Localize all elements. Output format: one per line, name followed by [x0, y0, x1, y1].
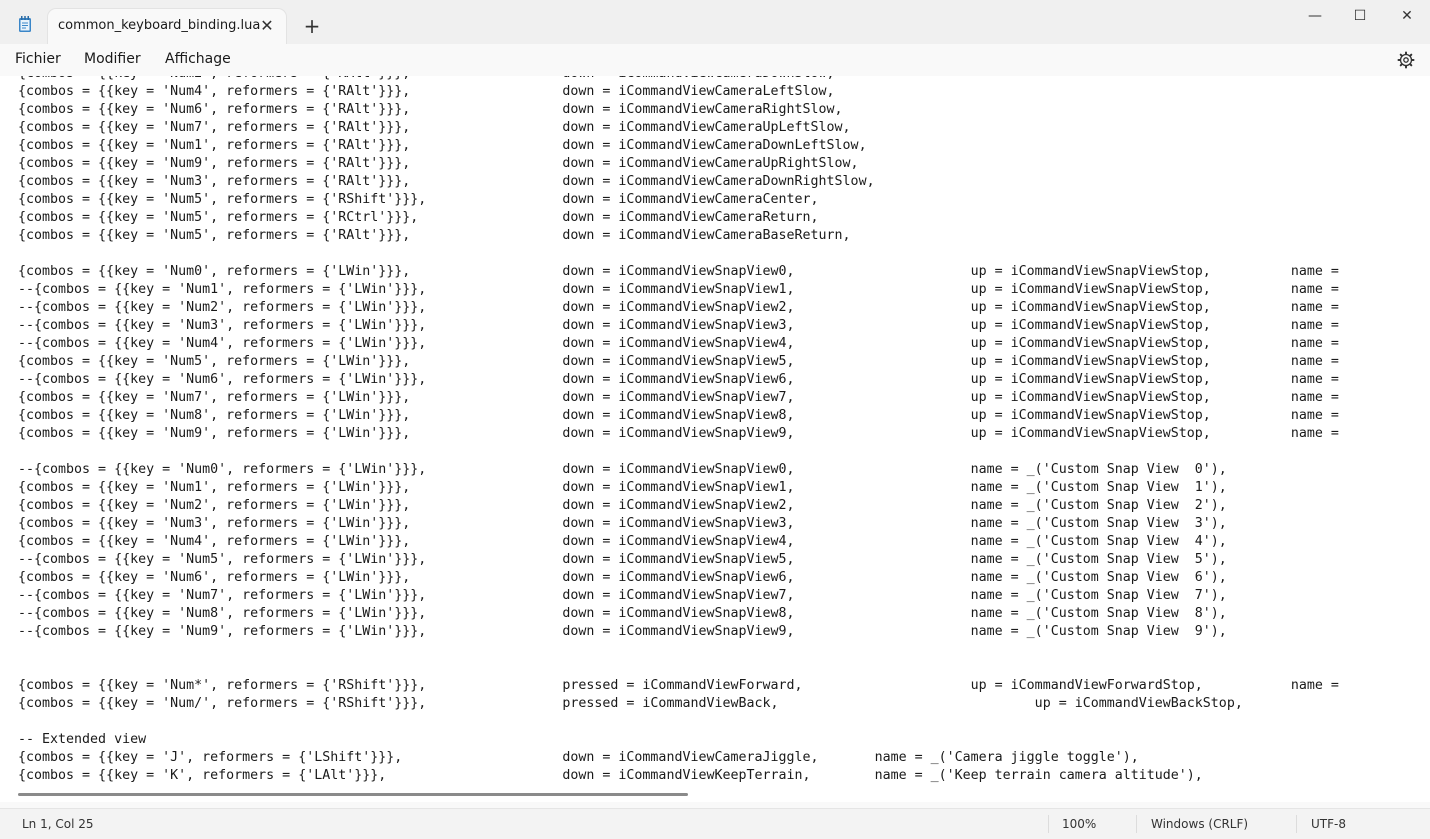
code-line[interactable]: {combos = {{key = 'Num8', reformers = {'…	[18, 407, 1339, 425]
gear-icon[interactable]	[1396, 50, 1416, 70]
tab-close-icon[interactable]: ✕	[258, 17, 276, 35]
code-line[interactable]	[18, 641, 1339, 659]
menu-modifier[interactable]: Modifier	[84, 51, 141, 67]
status-divider	[1048, 815, 1049, 833]
new-tab-button[interactable]: +	[302, 16, 322, 36]
code-line[interactable]: {combos = {{key = 'Num5', reformers = {'…	[18, 353, 1339, 371]
menu-bar: Fichier Modifier Affichage	[0, 44, 1430, 77]
code-content[interactable]: {combos = {{key = 'Num2', reformers = {'…	[18, 76, 1339, 785]
status-divider	[1136, 815, 1137, 833]
code-line[interactable]: {combos = {{key = 'Num/', reformers = {'…	[18, 695, 1339, 713]
code-line[interactable]: --{combos = {{key = 'Num4', reformers = …	[18, 335, 1339, 353]
code-line[interactable]: {combos = {{key = 'Num7', reformers = {'…	[18, 389, 1339, 407]
code-line[interactable]: {combos = {{key = 'J', reformers = {'LSh…	[18, 749, 1339, 767]
menu-affichage[interactable]: Affichage	[165, 51, 231, 67]
code-line[interactable]: --{combos = {{key = 'Num3', reformers = …	[18, 317, 1339, 335]
code-line[interactable]: {combos = {{key = 'Num3', reformers = {'…	[18, 173, 1339, 191]
code-line[interactable]: {combos = {{key = 'Num5', reformers = {'…	[18, 209, 1339, 227]
code-line[interactable]: {combos = {{key = 'Num9', reformers = {'…	[18, 155, 1339, 173]
horizontal-scrollbar[interactable]	[0, 788, 1430, 802]
menu-fichier[interactable]: Fichier	[15, 51, 61, 67]
notepad-icon	[16, 15, 34, 33]
maximize-button[interactable]: ☐	[1337, 4, 1383, 28]
code-line[interactable]: --{combos = {{key = 'Num2', reformers = …	[18, 299, 1339, 317]
encoding[interactable]: UTF-8	[1311, 817, 1346, 831]
code-line[interactable]: {combos = {{key = 'Num7', reformers = {'…	[18, 119, 1339, 137]
status-divider	[1296, 815, 1297, 833]
code-line[interactable]: {combos = {{key = 'Num4', reformers = {'…	[18, 83, 1339, 101]
code-line[interactable]	[18, 245, 1339, 263]
code-line[interactable]: {combos = {{key = 'Num4', reformers = {'…	[18, 533, 1339, 551]
code-line[interactable]: {combos = {{key = 'Num1', reformers = {'…	[18, 479, 1339, 497]
line-ending[interactable]: Windows (CRLF)	[1151, 817, 1248, 831]
code-line[interactable]	[18, 443, 1339, 461]
code-line[interactable]: {combos = {{key = 'Num6', reformers = {'…	[18, 569, 1339, 587]
code-line[interactable]: {combos = {{key = 'Num5', reformers = {'…	[18, 191, 1339, 209]
code-line[interactable]: --{combos = {{key = 'Num9', reformers = …	[18, 623, 1339, 641]
code-line[interactable]: --{combos = {{key = 'Num8', reformers = …	[18, 605, 1339, 623]
code-line[interactable]: {combos = {{key = 'Num1', reformers = {'…	[18, 137, 1339, 155]
tab-active-file[interactable]: common_keyboard_binding.lua ✕	[48, 9, 286, 44]
code-line[interactable]: --{combos = {{key = 'Num1', reformers = …	[18, 281, 1339, 299]
code-line[interactable]: {combos = {{key = 'Num9', reformers = {'…	[18, 425, 1339, 443]
code-line[interactable]: {combos = {{key = 'Num6', reformers = {'…	[18, 101, 1339, 119]
tab-title: common_keyboard_binding.lua	[58, 18, 261, 33]
code-line[interactable]: -- Extended view	[18, 731, 1339, 749]
minimize-button[interactable]: —	[1292, 4, 1338, 28]
horizontal-scrollbar-thumb[interactable]	[18, 793, 688, 796]
code-line[interactable]: {combos = {{key = 'Num2', reformers = {'…	[18, 76, 1339, 83]
code-line[interactable]: --{combos = {{key = 'Num6', reformers = …	[18, 371, 1339, 389]
vertical-scrollbar[interactable]	[1424, 76, 1430, 788]
code-line[interactable]: {combos = {{key = 'Num*', reformers = {'…	[18, 677, 1339, 695]
status-bar: Ln 1, Col 25 100% Windows (CRLF) UTF-8	[0, 808, 1430, 839]
code-line[interactable]: {combos = {{key = 'Num2', reformers = {'…	[18, 497, 1339, 515]
title-bar: common_keyboard_binding.lua ✕ + — ☐ ✕	[0, 0, 1430, 44]
code-line[interactable]: --{combos = {{key = 'Num0', reformers = …	[18, 461, 1339, 479]
close-window-button[interactable]: ✕	[1384, 4, 1430, 28]
code-line[interactable]: --{combos = {{key = 'Num5', reformers = …	[18, 551, 1339, 569]
code-line[interactable]: {combos = {{key = 'K', reformers = {'LAl…	[18, 767, 1339, 785]
text-editor[interactable]: {combos = {{key = 'Num2', reformers = {'…	[0, 76, 1424, 788]
code-line[interactable]: {combos = {{key = 'Num0', reformers = {'…	[18, 263, 1339, 281]
code-line[interactable]: {combos = {{key = 'Num5', reformers = {'…	[18, 227, 1339, 245]
code-line[interactable]	[18, 659, 1339, 677]
code-line[interactable]: {combos = {{key = 'Num3', reformers = {'…	[18, 515, 1339, 533]
zoom-level[interactable]: 100%	[1062, 817, 1096, 831]
code-line[interactable]: --{combos = {{key = 'Num7', reformers = …	[18, 587, 1339, 605]
code-line[interactable]	[18, 713, 1339, 731]
cursor-position[interactable]: Ln 1, Col 25	[22, 817, 94, 831]
